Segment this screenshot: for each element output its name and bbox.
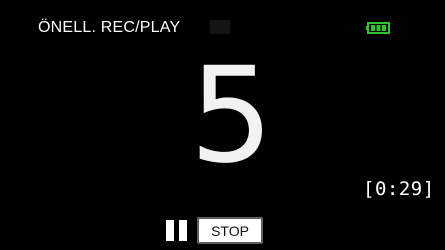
pause-bar-right xyxy=(179,220,187,241)
battery-full-icon xyxy=(366,22,390,34)
time-remaining: [0:29] xyxy=(363,178,435,200)
camera-screen: ÖNELL. REC/PLAY 5 [0:29] STOP xyxy=(0,0,445,250)
stop-button[interactable]: STOP xyxy=(197,217,263,244)
pause-icon[interactable] xyxy=(166,220,187,241)
countdown-number: 5 xyxy=(189,39,274,193)
mode-title: ÖNELL. REC/PLAY xyxy=(38,19,181,36)
indicator-block xyxy=(210,20,230,34)
pause-bar-left xyxy=(166,220,174,241)
